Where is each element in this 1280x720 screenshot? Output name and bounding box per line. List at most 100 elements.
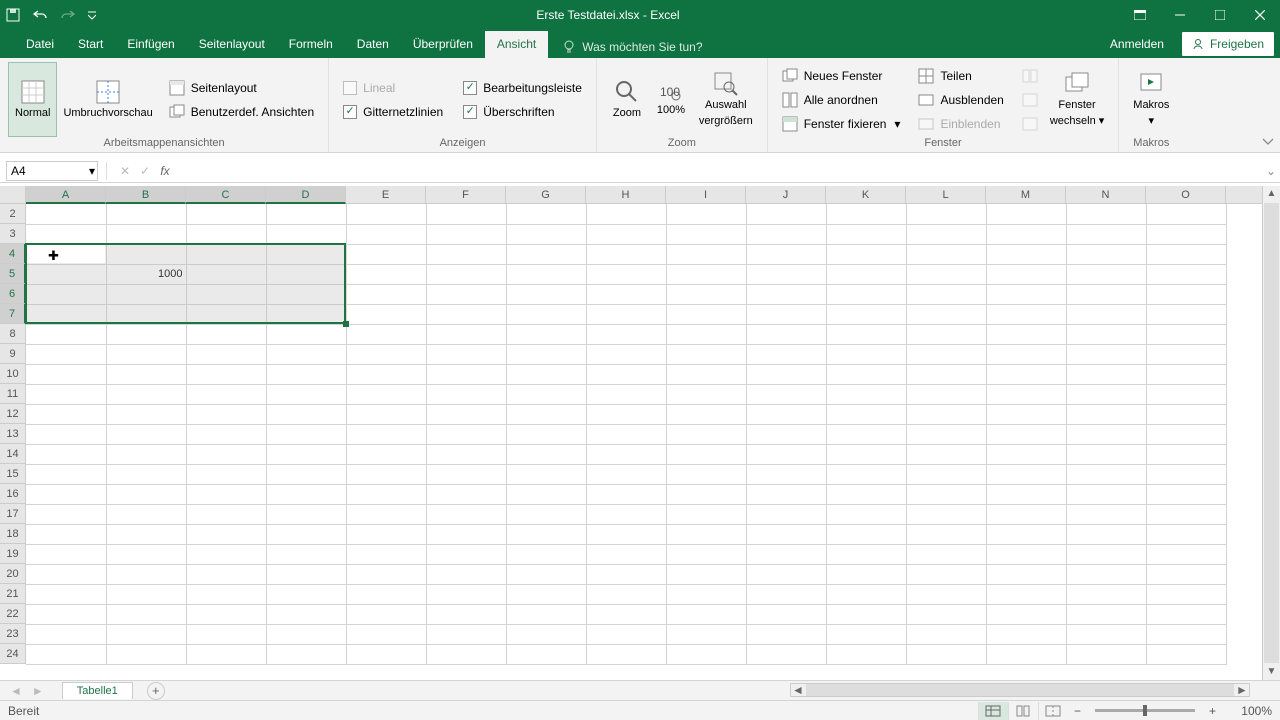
cell-M17[interactable] [986,504,1066,524]
cell-D6[interactable] [266,284,346,304]
cell-K12[interactable] [826,404,906,424]
cell-N6[interactable] [1066,284,1146,304]
cell-E21[interactable] [346,584,426,604]
cell-K21[interactable] [826,584,906,604]
cell-D17[interactable] [266,504,346,524]
cell-J11[interactable] [746,384,826,404]
cell-H19[interactable] [586,544,666,564]
macros-button[interactable]: Makros ▾ [1127,62,1175,137]
cell-N24[interactable] [1066,644,1146,664]
cell-J7[interactable] [746,304,826,324]
add-sheet-button[interactable]: + [147,682,165,700]
cell-N8[interactable] [1066,324,1146,344]
cell-I18[interactable] [666,524,746,544]
freeze-panes-button[interactable]: Fenster fixieren▾ [776,113,907,135]
cell-G11[interactable] [506,384,586,404]
row-header-18[interactable]: 18 [0,524,25,544]
cell-M22[interactable] [986,604,1066,624]
cell-F23[interactable] [426,624,506,644]
vscroll-thumb[interactable] [1264,203,1279,663]
cell-L11[interactable] [906,384,986,404]
cell-C5[interactable] [186,264,266,284]
qat-dropdown-icon[interactable] [88,10,96,20]
row-header-13[interactable]: 13 [0,424,25,444]
row-header-12[interactable]: 12 [0,404,25,424]
column-headers[interactable]: ABCDEFGHIJKLMNO [26,186,1262,204]
cell-K4[interactable] [826,244,906,264]
save-icon[interactable] [6,8,20,22]
cell-M21[interactable] [986,584,1066,604]
cell-K15[interactable] [826,464,906,484]
cell-F16[interactable] [426,484,506,504]
cell-J18[interactable] [746,524,826,544]
new-window-button[interactable]: Neues Fenster [776,65,907,87]
cell-G17[interactable] [506,504,586,524]
cell-C12[interactable] [186,404,266,424]
cell-A11[interactable] [26,384,106,404]
cell-I7[interactable] [666,304,746,324]
row-header-17[interactable]: 17 [0,504,25,524]
cell-F11[interactable] [426,384,506,404]
cell-O5[interactable] [1146,264,1226,284]
cell-J21[interactable] [746,584,826,604]
cell-F10[interactable] [426,364,506,384]
cell-L12[interactable] [906,404,986,424]
cell-D7[interactable] [266,304,346,324]
cell-K13[interactable] [826,424,906,444]
cell-L2[interactable] [906,204,986,224]
cell-H3[interactable] [586,224,666,244]
cell-G22[interactable] [506,604,586,624]
zoom-level[interactable]: 100% [1222,704,1272,718]
cell-E8[interactable] [346,324,426,344]
cell-G20[interactable] [506,564,586,584]
cell-A20[interactable] [26,564,106,584]
row-header-3[interactable]: 3 [0,224,25,244]
cell-F20[interactable] [426,564,506,584]
cell-H13[interactable] [586,424,666,444]
hide-button[interactable]: Ausblenden [912,89,1009,111]
cell-B20[interactable] [106,564,186,584]
zoom-slider[interactable] [1095,709,1195,712]
cell-B13[interactable] [106,424,186,444]
cell-I2[interactable] [666,204,746,224]
cell-E6[interactable] [346,284,426,304]
cell-M23[interactable] [986,624,1066,644]
sheet-nav-prev-icon[interactable]: ◄ [10,684,22,698]
cell-I16[interactable] [666,484,746,504]
cell-L8[interactable] [906,324,986,344]
cell-G12[interactable] [506,404,586,424]
cell-L18[interactable] [906,524,986,544]
col-header-A[interactable]: A [26,186,106,204]
cell-M19[interactable] [986,544,1066,564]
horizontal-scrollbar[interactable]: ◄ ► [790,683,1250,697]
cell-O3[interactable] [1146,224,1226,244]
row-header-11[interactable]: 11 [0,384,25,404]
cell-B6[interactable] [106,284,186,304]
cell-B18[interactable] [106,524,186,544]
cell-C16[interactable] [186,484,266,504]
cell-L20[interactable] [906,564,986,584]
cell-B21[interactable] [106,584,186,604]
cell-K7[interactable] [826,304,906,324]
cell-M5[interactable] [986,264,1066,284]
cell-E2[interactable] [346,204,426,224]
cell-H7[interactable] [586,304,666,324]
cell-B9[interactable] [106,344,186,364]
cell-M7[interactable] [986,304,1066,324]
cell-H16[interactable] [586,484,666,504]
cell-D15[interactable] [266,464,346,484]
cell-G9[interactable] [506,344,586,364]
cell-O7[interactable] [1146,304,1226,324]
scroll-down-icon[interactable]: ▼ [1263,664,1280,680]
gridlines-checkbox[interactable]: Gitternetzlinien [337,101,449,123]
cell-G23[interactable] [506,624,586,644]
cell-N17[interactable] [1066,504,1146,524]
cell-M11[interactable] [986,384,1066,404]
cell-K9[interactable] [826,344,906,364]
cell-K3[interactable] [826,224,906,244]
cell-E20[interactable] [346,564,426,584]
cell-J13[interactable] [746,424,826,444]
cell-M20[interactable] [986,564,1066,584]
cell-G24[interactable] [506,644,586,664]
cell-E4[interactable] [346,244,426,264]
